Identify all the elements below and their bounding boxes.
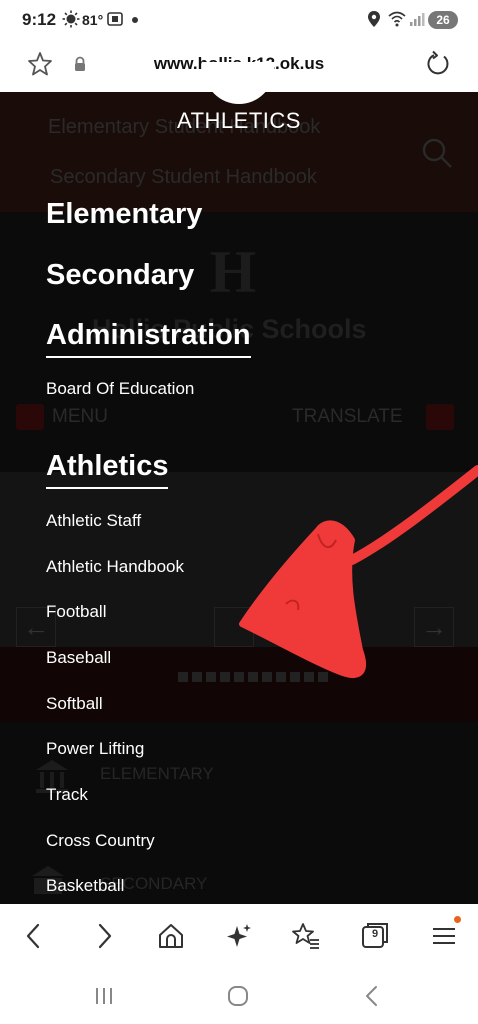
nav-link-softball[interactable]: Softball	[46, 694, 103, 714]
tabs-icon[interactable]: 9	[359, 920, 391, 952]
tab-count-label: 9	[371, 928, 379, 940]
bookmarks-star-list-icon[interactable]	[290, 920, 322, 952]
nav-link-athletic-staff[interactable]: Athletic Staff	[46, 511, 141, 531]
nav-link-athletic-handbook[interactable]: Athletic Handbook	[46, 557, 184, 577]
wifi-icon	[388, 10, 406, 33]
nav-link-track[interactable]: Track	[46, 785, 88, 805]
forward-arrow-icon[interactable]	[88, 920, 120, 952]
screenshot-icon	[106, 10, 124, 33]
nav-current-section-title: ATHLETICS	[177, 108, 301, 133]
back-arrow-icon[interactable]	[18, 920, 50, 952]
signal-icon	[408, 10, 426, 33]
menu-notification-dot	[454, 916, 461, 923]
nav-link-cross-country[interactable]: Cross Country	[46, 831, 155, 851]
nav-link-basketball[interactable]: Basketball	[46, 876, 124, 896]
browser-bottom-toolbar: 9	[0, 904, 478, 968]
nav-heading-athletics[interactable]: Athletics	[46, 450, 169, 489]
nav-logo-badge	[204, 62, 274, 104]
nav-heading-secondary[interactable]: Secondary	[46, 259, 194, 292]
status-time: 9:12	[22, 10, 57, 29]
nav-link-board-of-education[interactable]: Board Of Education	[46, 379, 194, 399]
status-temperature: 81°	[82, 12, 104, 28]
battery-indicator: 26	[428, 11, 458, 29]
nav-link-baseball[interactable]: Baseball	[46, 648, 111, 668]
home-icon[interactable]	[155, 920, 187, 952]
menu-hamburger-icon[interactable]	[428, 916, 461, 952]
system-navigation-bar	[0, 968, 478, 1024]
navigation-menu-panel: ATHLETICS Elementary Secondary Administr…	[0, 62, 478, 904]
ai-sparkle-icon[interactable]	[223, 920, 255, 952]
location-icon	[366, 10, 382, 33]
system-back-icon[interactable]	[356, 980, 388, 1012]
nav-heading-administration[interactable]: Administration	[46, 319, 251, 358]
nav-link-power-lifting[interactable]: Power Lifting	[46, 739, 144, 759]
nav-heading-elementary[interactable]: Elementary	[46, 198, 202, 231]
notification-dot-icon	[130, 12, 140, 30]
weather-sun-icon	[62, 10, 80, 33]
system-home-icon[interactable]	[222, 980, 254, 1012]
nav-link-football[interactable]: Football	[46, 602, 106, 622]
recent-apps-icon[interactable]	[88, 980, 120, 1012]
status-bar: 9:12 81° 26	[0, 0, 478, 42]
reload-icon[interactable]	[424, 50, 452, 78]
